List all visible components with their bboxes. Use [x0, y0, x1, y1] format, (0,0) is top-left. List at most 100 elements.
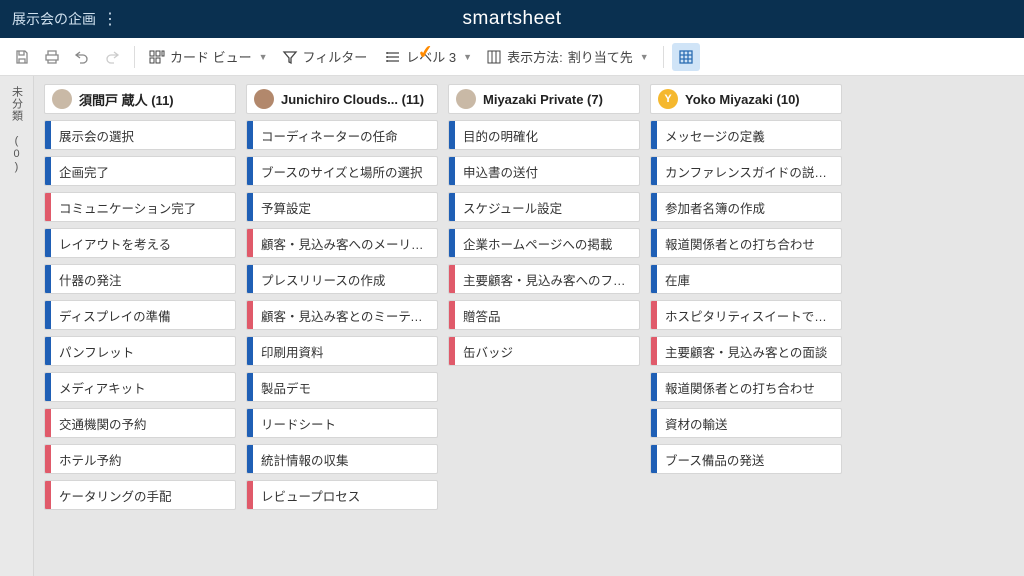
- card[interactable]: メディアキット: [44, 372, 236, 402]
- display-method-button[interactable]: 表示方法: 割り当て先 ▼: [480, 43, 655, 71]
- card-title: 製品デモ: [253, 378, 437, 397]
- filter-button[interactable]: フィルター: [276, 43, 374, 71]
- caret-down-icon: ▼: [463, 52, 472, 62]
- column-title: Junichiro Clouds... (11): [281, 92, 430, 107]
- card[interactable]: ブース備品の発送: [650, 444, 842, 474]
- card[interactable]: 展示会の選択: [44, 120, 236, 150]
- card-title: 目的の明確化: [455, 126, 639, 145]
- card-title: 贈答品: [455, 306, 639, 325]
- grid-icon: [678, 49, 694, 65]
- uncategorized-column[interactable]: 未分類 (0): [0, 76, 34, 576]
- undo-button[interactable]: [68, 43, 96, 71]
- column-header[interactable]: Junichiro Clouds... (11): [246, 84, 438, 114]
- card-title: 参加者名簿の作成: [657, 198, 841, 217]
- card-title: 交通機関の予約: [51, 414, 235, 433]
- card-title: 申込書の送付: [455, 162, 639, 181]
- avatar: [456, 89, 476, 109]
- card[interactable]: ホスピタリティスイートでの...: [650, 300, 842, 330]
- card[interactable]: コーディネーターの任命: [246, 120, 438, 150]
- column-header[interactable]: YYoko Miyazaki (10): [650, 84, 842, 114]
- card-title: ホスピタリティスイートでの...: [657, 306, 841, 325]
- toolbar: カード ビュー ▼ フィルター ✔ レベル 3 ▼ 表示方法: 割り当て先 ▼: [0, 38, 1024, 76]
- card[interactable]: 主要顧客・見込み客へのフリ...: [448, 264, 640, 294]
- sheet-menu-icon[interactable]: ⋮: [102, 9, 119, 29]
- card-title: メッセージの定義: [657, 126, 841, 145]
- card[interactable]: 参加者名簿の作成: [650, 192, 842, 222]
- card[interactable]: 目的の明確化: [448, 120, 640, 150]
- board: 須間戸 蔵人 (11) 展示会の選択企画完了コミュニケーション完了レイアウトを考え…: [34, 76, 1024, 576]
- avatar: [52, 89, 72, 109]
- card[interactable]: メッセージの定義: [650, 120, 842, 150]
- card[interactable]: 贈答品: [448, 300, 640, 330]
- card[interactable]: 企業ホームページへの掲載: [448, 228, 640, 258]
- card[interactable]: 顧客・見込み客へのメーリン...: [246, 228, 438, 258]
- card[interactable]: ホテル予約: [44, 444, 236, 474]
- card[interactable]: 什器の発注: [44, 264, 236, 294]
- card-title: コーディネーターの任命: [253, 126, 437, 145]
- caret-down-icon: ▼: [640, 52, 649, 62]
- card[interactable]: 企画完了: [44, 156, 236, 186]
- card-title: パンフレット: [51, 342, 235, 361]
- card[interactable]: 予算設定: [246, 192, 438, 222]
- card[interactable]: スケジュール設定: [448, 192, 640, 222]
- card[interactable]: 資材の輸送: [650, 408, 842, 438]
- card[interactable]: 主要顧客・見込み客との面談: [650, 336, 842, 366]
- board-column: 須間戸 蔵人 (11) 展示会の選択企画完了コミュニケーション完了レイアウトを考え…: [44, 84, 236, 568]
- card[interactable]: リードシート: [246, 408, 438, 438]
- card-title: ホテル予約: [51, 450, 235, 469]
- columns-icon: [486, 49, 502, 65]
- card[interactable]: パンフレット: [44, 336, 236, 366]
- redo-icon: [104, 49, 120, 65]
- card-title: リードシート: [253, 414, 437, 433]
- save-button[interactable]: [8, 43, 36, 71]
- card[interactable]: 製品デモ: [246, 372, 438, 402]
- caret-down-icon: ▼: [259, 52, 268, 62]
- card[interactable]: 統計情報の収集: [246, 444, 438, 474]
- filter-label: フィルター: [303, 47, 368, 66]
- card-title: ケータリングの手配: [51, 486, 235, 505]
- card[interactable]: ディスプレイの準備: [44, 300, 236, 330]
- card[interactable]: コミュニケーション完了: [44, 192, 236, 222]
- board-column: Miyazaki Private (7) 目的の明確化申込書の送付スケジュール設定…: [448, 84, 640, 568]
- card-title: スケジュール設定: [455, 198, 639, 217]
- card-title: 予算設定: [253, 198, 437, 217]
- card[interactable]: 申込書の送付: [448, 156, 640, 186]
- card[interactable]: 交通機関の予約: [44, 408, 236, 438]
- card[interactable]: 在庫: [650, 264, 842, 294]
- card-title: 資材の輸送: [657, 414, 841, 433]
- column-header[interactable]: Miyazaki Private (7): [448, 84, 640, 114]
- save-icon: [14, 49, 30, 65]
- card[interactable]: レビュープロセス: [246, 480, 438, 510]
- card[interactable]: 報道関係者との打ち合わせ: [650, 228, 842, 258]
- display-method-value: 割り当て先: [568, 47, 633, 66]
- display-method-label: 表示方法:: [507, 47, 563, 66]
- card[interactable]: ケータリングの手配: [44, 480, 236, 510]
- card-title: コミュニケーション完了: [51, 198, 235, 217]
- grid-toggle-button[interactable]: [672, 43, 700, 71]
- filter-icon: [282, 49, 298, 65]
- redo-button[interactable]: [98, 43, 126, 71]
- sheet-title[interactable]: 展示会の企画: [12, 9, 96, 29]
- card[interactable]: ブースのサイズと場所の選択: [246, 156, 438, 186]
- card[interactable]: 報道関係者との打ち合わせ: [650, 372, 842, 402]
- level-button[interactable]: ✔ レベル 3 ▼: [375, 43, 478, 71]
- card[interactable]: プレスリリースの作成: [246, 264, 438, 294]
- card[interactable]: レイアウトを考える: [44, 228, 236, 258]
- card-title: 主要顧客・見込み客との面談: [657, 342, 841, 361]
- card[interactable]: 印刷用資料: [246, 336, 438, 366]
- card-title: 企業ホームページへの掲載: [455, 234, 639, 253]
- top-header: 展示会の企画 ⋮ smartsheet: [0, 0, 1024, 38]
- level-icon: [385, 49, 401, 65]
- column-header[interactable]: 須間戸 蔵人 (11): [44, 84, 236, 114]
- card-title: 顧客・見込み客へのメーリン...: [253, 234, 437, 253]
- card[interactable]: カンファレンスガイドの説明...: [650, 156, 842, 186]
- print-icon: [44, 49, 60, 65]
- card-title: 統計情報の収集: [253, 450, 437, 469]
- card-title: 報道関係者との打ち合わせ: [657, 234, 841, 253]
- card-title: メディアキット: [51, 378, 235, 397]
- card-title: 顧客・見込み客とのミーティ...: [253, 306, 437, 325]
- card[interactable]: 缶バッジ: [448, 336, 640, 366]
- print-button[interactable]: [38, 43, 66, 71]
- card[interactable]: 顧客・見込み客とのミーティ...: [246, 300, 438, 330]
- view-switcher[interactable]: カード ビュー ▼: [143, 43, 274, 71]
